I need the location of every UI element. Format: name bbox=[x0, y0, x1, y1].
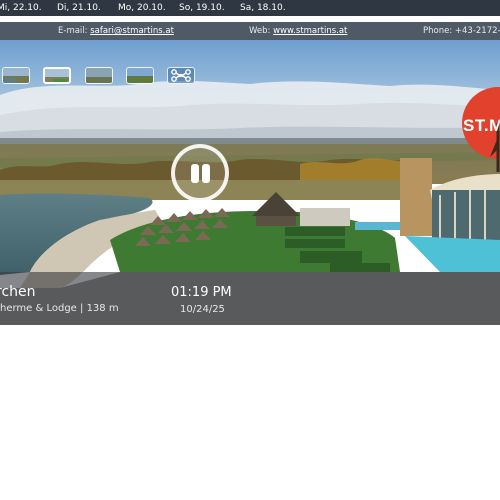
landscape-thumbnail-icon bbox=[45, 69, 69, 82]
pause-icon bbox=[191, 164, 199, 183]
date-tab[interactable]: Di, 21.10. bbox=[57, 0, 101, 16]
drone-thumbnail[interactable] bbox=[167, 67, 195, 84]
date-tab-bar: Mi, 22.10. Di, 21.10. Mo, 20.10. So, 19.… bbox=[0, 0, 500, 16]
date-tab[interactable]: Mi, 22.10. bbox=[0, 0, 42, 16]
pause-icon-bar bbox=[202, 164, 210, 183]
capture-time: 01:19 PM bbox=[171, 285, 232, 300]
landscape-thumbnail-icon bbox=[127, 68, 153, 83]
date-tab[interactable]: Mo, 20.10. bbox=[118, 0, 166, 16]
location-name: rchen bbox=[0, 284, 36, 300]
email-link[interactable]: safari@stmartins.at bbox=[90, 26, 174, 36]
camera-thumbnail[interactable] bbox=[126, 67, 154, 84]
pause-button[interactable] bbox=[171, 144, 229, 202]
web-label: Web: bbox=[249, 26, 271, 36]
landscape-thumbnail-icon bbox=[3, 68, 29, 83]
phone-contact: Phone: +43-2172- bbox=[423, 26, 500, 36]
info-overlay bbox=[0, 272, 500, 325]
web-contact: Web: www.stmartins.at bbox=[249, 22, 347, 40]
camera-thumbnail[interactable] bbox=[85, 67, 113, 84]
camera-thumbnail[interactable] bbox=[2, 67, 30, 84]
date-tab[interactable]: Sa, 18.10. bbox=[240, 0, 286, 16]
location-subtitle: herme & Lodge | 138 m bbox=[0, 303, 119, 314]
landscape-thumbnail-icon bbox=[86, 68, 112, 83]
contact-bar: E-mail: safari@stmartins.at Web: www.stm… bbox=[0, 22, 500, 40]
date-tab[interactable]: So, 19.10. bbox=[179, 0, 225, 16]
capture-date: 10/24/25 bbox=[180, 304, 225, 315]
email-label: E-mail: bbox=[58, 26, 88, 36]
drone-icon bbox=[171, 69, 191, 82]
camera-thumbnail[interactable] bbox=[43, 67, 71, 84]
logo-text: ST.M bbox=[463, 116, 500, 135]
email-contact: E-mail: safari@stmartins.at bbox=[58, 22, 174, 40]
web-link[interactable]: www.stmartins.at bbox=[273, 26, 347, 36]
